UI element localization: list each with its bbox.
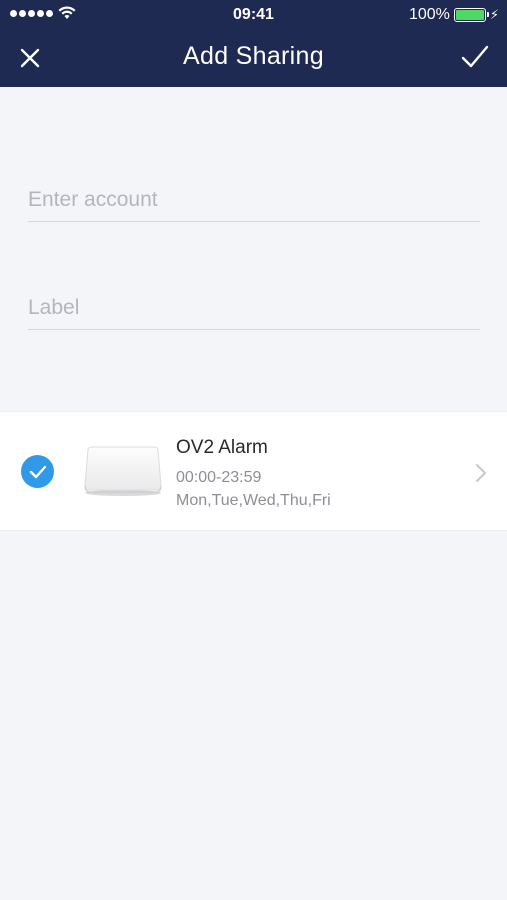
device-thumbnail <box>84 446 162 496</box>
status-bar: 09:41 100% ⚡ <box>0 0 507 30</box>
device-time-range: 00:00-23:59 <box>176 469 262 486</box>
chevron-right-icon <box>476 464 486 482</box>
checkmark-icon[interactable] <box>461 44 489 70</box>
device-days: Mon,Tue,Wed,Thu,Fri <box>176 492 331 509</box>
battery-icon <box>453 8 489 22</box>
page-title: Add Sharing <box>183 42 324 70</box>
app-header: 09:41 100% ⚡ Add Sharing <box>0 0 507 87</box>
account-input[interactable] <box>28 178 480 221</box>
selected-check-icon[interactable] <box>21 455 54 488</box>
charging-icon: ⚡ <box>489 7 499 22</box>
battery-percent: 100% <box>408 6 450 23</box>
label-input[interactable] <box>28 286 480 329</box>
account-field <box>28 178 480 222</box>
navigation-bar: Add Sharing <box>0 30 507 87</box>
battery-indicator: 100% ⚡ <box>409 6 499 24</box>
device-list-item[interactable]: OV2 Alarm 00:00-23:59 Mon,Tue,Wed,Thu,Fr… <box>0 411 507 531</box>
device-name: OV2 Alarm <box>176 437 268 458</box>
label-field <box>28 286 480 330</box>
